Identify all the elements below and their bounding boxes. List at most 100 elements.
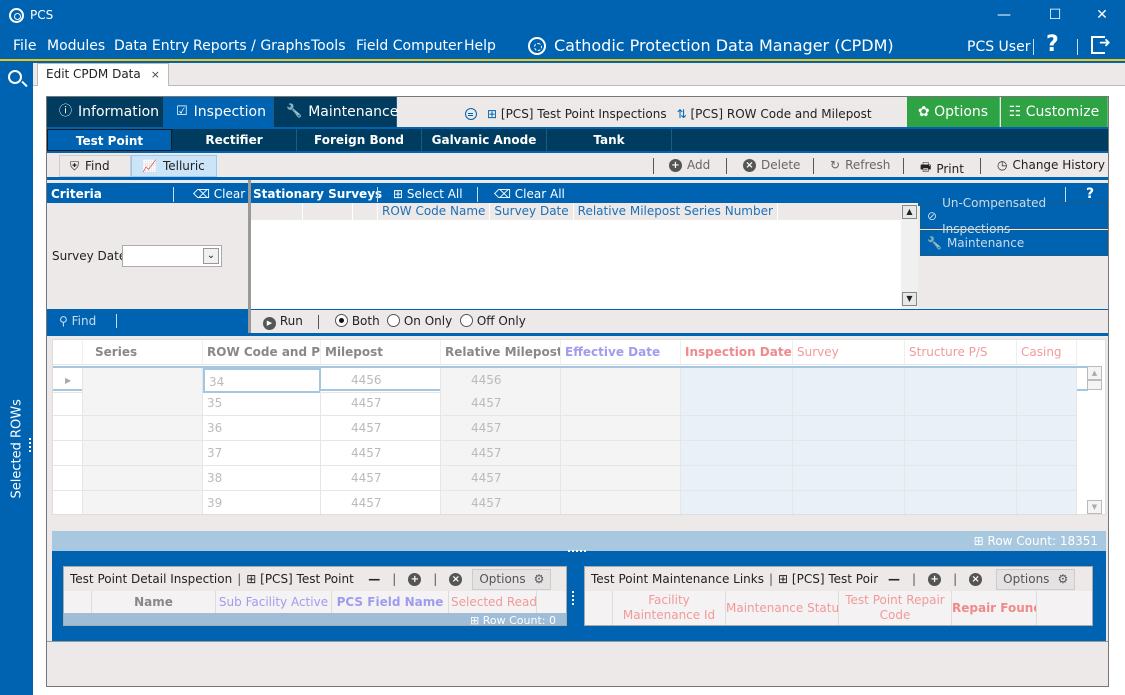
detail-col-pcs-field-name[interactable]: PCS Field Name bbox=[332, 591, 449, 613]
cell-effective-date[interactable] bbox=[561, 416, 681, 441]
cell-milepost[interactable]: 4456 bbox=[321, 368, 441, 393]
cell-structure-ps[interactable] bbox=[905, 391, 1017, 416]
detail-col-sub-facility-active[interactable]: Sub Facility Active bbox=[216, 591, 332, 613]
grid-vertical-scrollbar[interactable]: ▲ ▼ bbox=[1087, 366, 1103, 514]
minimize-button[interactable]: — bbox=[989, 4, 1019, 26]
cell-milepost[interactable]: 4457 bbox=[321, 466, 441, 491]
cell-effective-date[interactable] bbox=[561, 441, 681, 466]
cell-relative-milepost[interactable]: 4457 bbox=[441, 416, 561, 441]
cell-effective-date[interactable] bbox=[561, 368, 681, 393]
detail-view-selector[interactable]: ⊞ [PCS] Test Point I bbox=[246, 572, 358, 586]
collapse-icon[interactable]: — bbox=[368, 572, 380, 586]
cell-relative-milepost[interactable]: 4456 bbox=[441, 368, 561, 393]
surveys-col-header[interactable] bbox=[353, 203, 378, 220]
cell-inspection-date[interactable] bbox=[681, 368, 793, 393]
options-button[interactable]: ✿ Options bbox=[907, 97, 1000, 127]
cell-milepost[interactable]: 4457 bbox=[321, 416, 441, 441]
maint-col-maintenance-status[interactable]: Maintenance Status bbox=[726, 591, 839, 625]
maint-col-repair-found-date[interactable]: Repair Found D bbox=[952, 591, 1037, 625]
scroll-thumb[interactable] bbox=[1087, 380, 1102, 390]
print-button[interactable]: 🖶 Print bbox=[920, 158, 964, 179]
table-row[interactable]: 36 4457 4457 bbox=[53, 416, 1088, 441]
uncompensated-inspections-button[interactable]: ⊘ Un-Compensated Inspections bbox=[920, 196, 1108, 236]
cell-milepost[interactable]: 4457 bbox=[321, 391, 441, 416]
cell-series[interactable] bbox=[83, 441, 203, 466]
refresh-button[interactable]: ↻ Refresh bbox=[830, 158, 890, 172]
scroll-down-arrow-icon[interactable]: ▼ bbox=[902, 292, 917, 306]
cell-survey[interactable] bbox=[793, 466, 905, 491]
maintenance-options-button[interactable]: Options ⚙ bbox=[996, 568, 1076, 590]
cell-row-code[interactable]: 35 bbox=[203, 391, 321, 416]
col-header-inspection-date[interactable]: Inspection Date bbox=[681, 340, 793, 365]
cell-effective-date[interactable] bbox=[561, 466, 681, 491]
customize-button[interactable]: ☷ Customize bbox=[1001, 97, 1108, 127]
menu-tools[interactable]: Tools bbox=[311, 38, 346, 54]
view-selector[interactable]: ⊞ [PCS] Test Point Inspections bbox=[487, 107, 667, 121]
sort-selector[interactable]: ⇅ [PCS] ROW Code and Milepost bbox=[677, 107, 872, 121]
cell-row-code[interactable]: 37 bbox=[203, 441, 321, 466]
surveys-col-header[interactable] bbox=[251, 203, 303, 220]
chevron-down-icon[interactable]: ⌄ bbox=[203, 248, 219, 264]
subtab-test-point[interactable]: Test Point bbox=[47, 129, 172, 151]
add-button[interactable]: + Add bbox=[669, 158, 710, 172]
col-header-casing[interactable]: Casing bbox=[1017, 340, 1077, 365]
radio-both[interactable]: Both bbox=[335, 314, 380, 328]
col-header-structure-ps[interactable]: Structure P/S bbox=[905, 340, 1017, 365]
menu-help[interactable]: Help bbox=[464, 38, 496, 54]
surveys-col-row-code-name[interactable]: ROW Code Name bbox=[378, 203, 491, 220]
cell-relative-milepost[interactable]: 4457 bbox=[441, 391, 561, 416]
close-tab-icon[interactable]: × bbox=[151, 64, 160, 86]
table-row[interactable]: 39 4457 4457 bbox=[53, 491, 1088, 514]
scroll-down-arrow-icon[interactable]: ▼ bbox=[1087, 500, 1102, 514]
delete-row-icon[interactable]: × bbox=[969, 572, 983, 586]
subtab-galvanic-anode[interactable]: Galvanic Anode bbox=[422, 129, 547, 151]
cell-casing[interactable] bbox=[1017, 368, 1077, 393]
cell-inspection-date[interactable] bbox=[681, 466, 793, 491]
cell-survey[interactable] bbox=[793, 441, 905, 466]
cell-inspection-date[interactable] bbox=[681, 441, 793, 466]
cell-survey[interactable] bbox=[793, 368, 905, 393]
cell-inspection-date[interactable] bbox=[681, 416, 793, 441]
menu-field-computer[interactable]: Field Computer bbox=[356, 38, 462, 54]
telluric-button[interactable]: 📈 Telluric bbox=[131, 155, 217, 177]
subtab-tank[interactable]: Tank bbox=[547, 129, 672, 151]
menu-modules[interactable]: Modules bbox=[47, 38, 105, 54]
cell-relative-milepost[interactable]: 4457 bbox=[441, 491, 561, 514]
cell-relative-milepost[interactable]: 4457 bbox=[441, 441, 561, 466]
subtab-foreign-bond[interactable]: Foreign Bond bbox=[297, 129, 422, 151]
surveys-col-relative-milepost-series-number[interactable]: Relative Milepost Series Number bbox=[574, 203, 778, 220]
menu-reports-graphs[interactable]: Reports / Graphs bbox=[193, 38, 311, 54]
vertical-splitter-grip[interactable] bbox=[572, 591, 575, 605]
logout-icon[interactable] bbox=[1091, 35, 1111, 54]
cell-structure-ps[interactable] bbox=[905, 368, 1017, 393]
cell-survey[interactable] bbox=[793, 391, 905, 416]
detail-options-button[interactable]: Options ⚙ bbox=[472, 568, 552, 590]
user-name[interactable]: PCS User bbox=[967, 39, 1030, 55]
close-window-button[interactable]: ✕ bbox=[1087, 4, 1117, 26]
sidebar-grip-handle[interactable] bbox=[29, 438, 32, 452]
cell-casing[interactable] bbox=[1017, 491, 1077, 514]
tab-inspection[interactable]: ☑ Inspection bbox=[164, 97, 274, 127]
cell-row-code[interactable]: 38 bbox=[203, 466, 321, 491]
col-header-effective-date[interactable]: Effective Date bbox=[561, 340, 681, 365]
detail-col-name[interactable]: Name bbox=[92, 591, 216, 613]
table-row[interactable]: ▶ 34 4456 4456 bbox=[53, 366, 1088, 393]
subtab-rectifier[interactable]: Rectifier bbox=[172, 129, 297, 151]
delete-row-icon[interactable]: × bbox=[449, 572, 463, 586]
grid-horizontal-scrollbar[interactable]: ◀ ▶ bbox=[83, 514, 1088, 515]
radio-on-only[interactable]: On Only bbox=[387, 314, 452, 328]
cell-row-code[interactable]: 39 bbox=[203, 491, 321, 514]
radio-off-only[interactable]: Off Only bbox=[460, 314, 526, 328]
col-header-relative-milepost[interactable]: Relative Milepost bbox=[441, 340, 561, 365]
cell-structure-ps[interactable] bbox=[905, 441, 1017, 466]
horizontal-splitter-grip[interactable] bbox=[568, 550, 586, 553]
cell-series[interactable] bbox=[83, 368, 203, 393]
cell-effective-date[interactable] bbox=[561, 491, 681, 514]
cell-casing[interactable] bbox=[1017, 416, 1077, 441]
delete-button[interactable]: × Delete bbox=[743, 158, 800, 172]
cell-relative-milepost[interactable]: 4457 bbox=[441, 466, 561, 491]
table-row[interactable]: 35 4457 4457 bbox=[53, 391, 1088, 416]
cell-survey[interactable] bbox=[793, 416, 905, 441]
cell-structure-ps[interactable] bbox=[905, 491, 1017, 514]
col-header-milepost[interactable]: Milepost bbox=[321, 340, 441, 365]
